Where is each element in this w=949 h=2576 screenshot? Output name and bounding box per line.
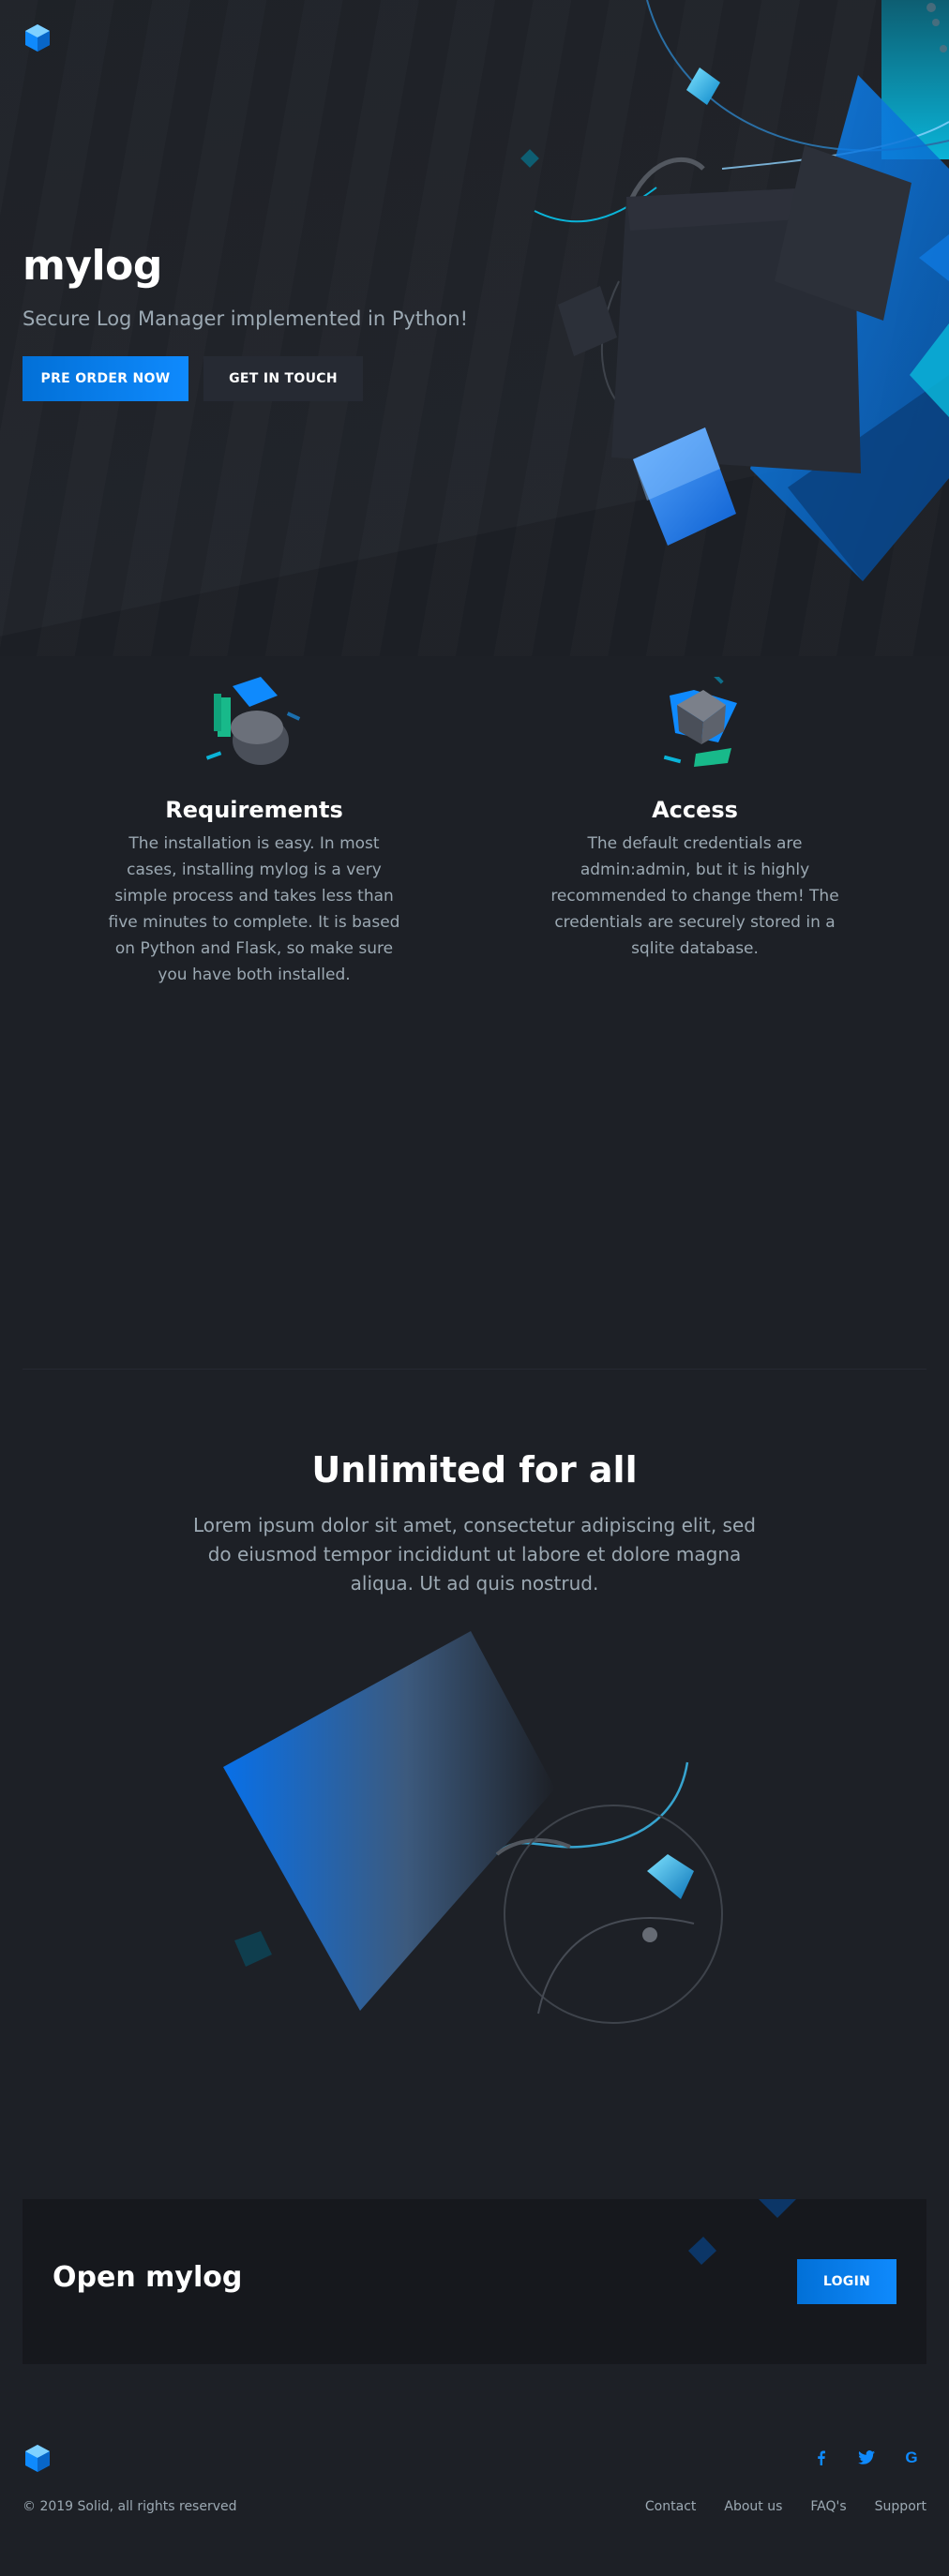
copyright-text: © 2019 Solid, all rights reserved: [23, 2499, 237, 2514]
footer-link-support[interactable]: Support: [875, 2499, 926, 2514]
cylinder-blocks-icon: [205, 677, 301, 765]
twitter-icon[interactable]: [855, 2447, 878, 2469]
section-text: Lorem ipsum dolor sit amet, consectetur …: [193, 1514, 756, 1595]
cta-title: Open mylog: [53, 2261, 243, 2294]
cta-panel: Open mylog LOGIN: [23, 2199, 926, 2364]
get-in-touch-button[interactable]: GET IN TOUCH: [203, 356, 363, 401]
facebook-icon[interactable]: [810, 2447, 833, 2469]
feature-text: The installation is easy. In most cases,…: [108, 834, 400, 984]
footer-link-about-us[interactable]: About us: [724, 2499, 782, 2514]
pricing-illustration: [223, 1631, 723, 2024]
google-icon[interactable]: G: [900, 2447, 923, 2469]
hero-section: mylog Secure Log Manager implemented in …: [0, 0, 949, 656]
section-title: Unlimited for all: [311, 1449, 638, 1490]
pre-order-button[interactable]: PRE ORDER NOW: [23, 356, 188, 401]
feature-text: The default credentials are admin:admin,…: [550, 834, 839, 958]
footer-link-faqs[interactable]: FAQ's: [810, 2499, 846, 2514]
footer-link-contact[interactable]: Contact: [645, 2499, 696, 2514]
footer-logo-icon[interactable]: [23, 2443, 53, 2473]
feature-requirements: Requirements The installation is easy. I…: [104, 797, 404, 988]
login-button[interactable]: LOGIN: [797, 2259, 896, 2304]
cube-key-icon: [663, 677, 737, 767]
hero-illustration: [520, 0, 949, 581]
feature-title: Access: [652, 797, 738, 823]
section-divider: [23, 1369, 926, 1370]
feature-access: Access The default credentials are admin…: [545, 797, 845, 962]
feature-title: Requirements: [165, 797, 343, 823]
footer-nav: Contact About us FAQ's Support: [645, 2499, 926, 2514]
logo-icon[interactable]: [23, 22, 53, 52]
hero-subtitle: Secure Log Manager implemented in Python…: [23, 307, 469, 330]
hero-title: mylog: [23, 242, 162, 290]
